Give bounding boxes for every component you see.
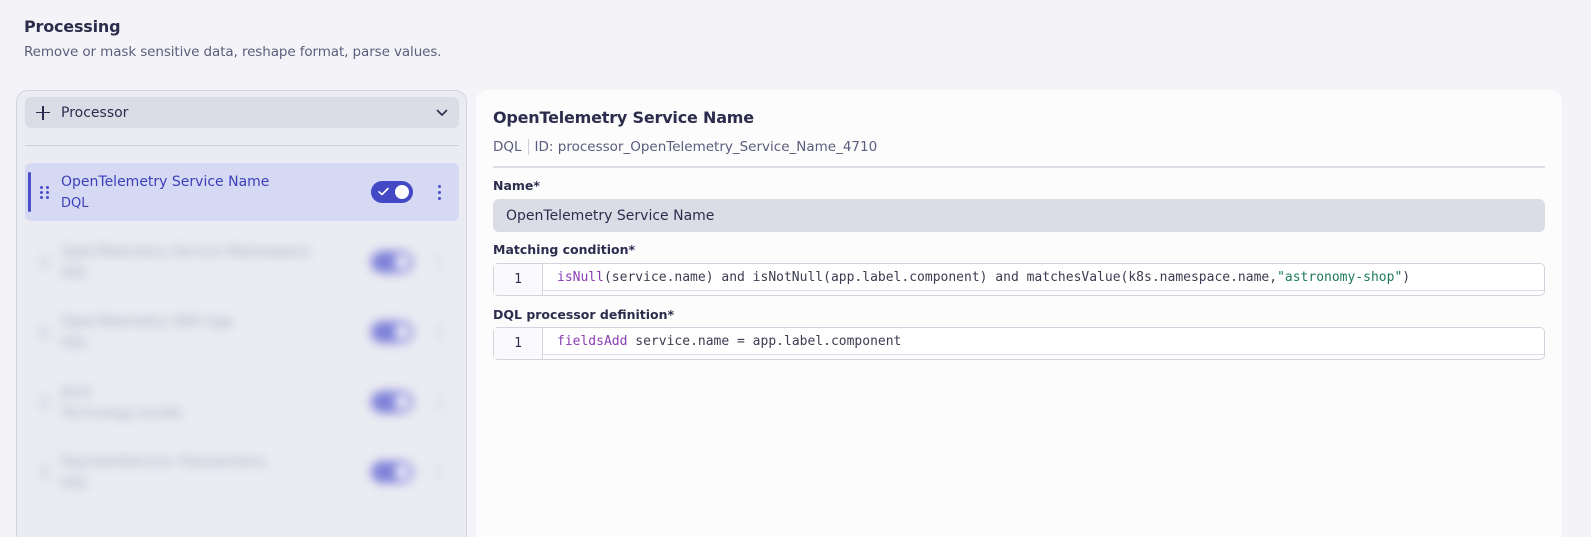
processor-enabled-toggle[interactable] [371,251,413,273]
plus-icon [35,105,51,121]
drag-handle-icon[interactable] [40,325,50,339]
drag-handle-icon[interactable] [40,185,50,199]
name-field[interactable] [493,199,1545,232]
drag-handle-icon[interactable] [40,395,50,409]
toggle-knob [395,185,409,199]
page-subtitle: Remove or mask sensitive data, reshape f… [24,44,442,60]
toggle-knob [395,325,409,339]
line-number: 1 [494,264,543,295]
detail-meta: DQL ID: processor_OpenTelemetry_Service_… [493,139,877,155]
matching-condition-label: Matching condition* [493,242,636,257]
processor-name: OpenTelemetry Service Name [61,174,270,190]
code-string: "astronomy-shop" [1277,269,1403,285]
more-options-icon[interactable] [429,181,449,203]
more-options-icon[interactable] [429,391,449,413]
processor-item[interactable]: Java Technology bundle [25,373,459,431]
code-function: isNull [557,269,604,285]
processor-enabled-toggle[interactable] [371,461,413,483]
drag-handle-icon[interactable] [40,255,50,269]
code-text: service.name = app.label.component [627,333,902,349]
dql-definition-label: DQL processor definition* [493,307,675,322]
code-line[interactable]: isNull (service.name) and isNotNull(app.l… [543,264,1544,291]
toggle-knob [395,395,409,409]
processor-type: DQL [61,196,89,211]
divider [25,145,459,146]
processor-item[interactable]: OpenTelemetry SDK logs DQL [25,303,459,361]
check-icon [378,187,389,196]
processor-type: Technology bundle [61,406,183,421]
drag-handle-icon[interactable] [40,465,50,479]
processor-name: OpenTelemetry Service Namespace [61,244,311,260]
name-field-label: Name* [493,178,540,193]
processor-type: DQL [61,266,89,281]
processor-name: Java [61,384,91,400]
add-processor-dropdown[interactable]: Processor [25,97,459,128]
processor-type: DQL [61,476,89,491]
processor-item[interactable]: OpenTelemetry Service Namespace DQL [25,233,459,291]
processor-name: OpenTelemetry SDK logs [61,314,234,330]
processor-name: PaymentService Transactions [61,454,266,470]
page-title: Processing [24,17,121,36]
toggle-knob [395,255,409,269]
processor-type: DQL [61,336,89,351]
meta-separator [527,139,529,155]
add-processor-label: Processor [61,104,129,121]
detail-title: OpenTelemetry Service Name [493,108,754,127]
processor-enabled-toggle[interactable] [371,391,413,413]
processor-item[interactable]: PaymentService Transactions DQL [25,443,459,501]
line-number: 1 [494,328,543,359]
chevron-down-icon [435,106,449,120]
detail-id: ID: processor_OpenTelemetry_Service_Name… [534,139,878,155]
processor-enabled-toggle[interactable] [371,321,413,343]
more-options-icon[interactable] [429,461,449,483]
code-line[interactable]: fieldsAdd service.name = app.label.compo… [543,328,1544,355]
dql-definition-editor[interactable]: 1 fieldsAdd service.name = app.label.com… [493,327,1545,360]
toggle-knob [395,465,409,479]
divider [493,166,1545,168]
processor-enabled-toggle[interactable] [371,181,413,203]
page-header: Processing Remove or mask sensitive data… [24,17,442,60]
code-keyword: fieldsAdd [557,333,628,349]
code-text: (service.name) and isNotNull(app.label.c… [603,269,1278,285]
processor-list-panel: Processor OpenTelemetry Service Name DQL… [16,90,467,537]
more-options-icon[interactable] [429,321,449,343]
matching-condition-editor[interactable]: 1 isNull (service.name) and isNotNull(app… [493,263,1545,296]
more-options-icon[interactable] [429,251,449,273]
processor-list: OpenTelemetry Service Name DQL OpenTelem… [25,163,459,513]
processor-detail-panel: OpenTelemetry Service Name DQL ID: proce… [476,90,1562,537]
processor-item[interactable]: OpenTelemetry Service Name DQL [25,163,459,221]
code-text: ) [1402,269,1411,285]
detail-type: DQL [493,139,522,155]
